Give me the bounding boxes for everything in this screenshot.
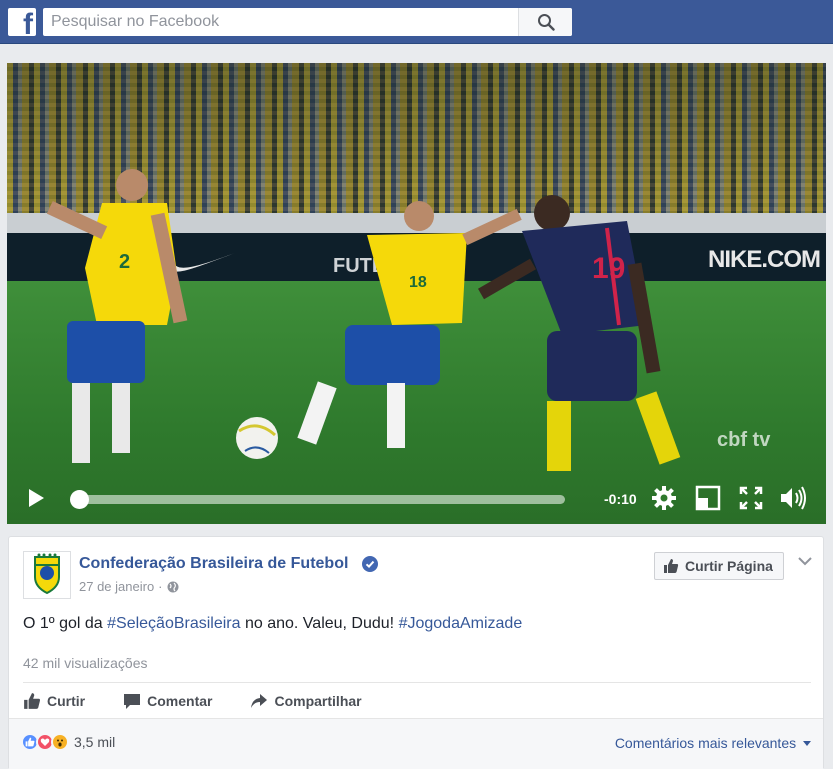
post-text-part-2: no ano. Valeu, Dudu! bbox=[240, 615, 399, 632]
play-icon bbox=[29, 489, 44, 507]
facebook-logo-letter: f bbox=[23, 8, 33, 37]
view-count: 42 mil visualizações bbox=[23, 655, 148, 671]
comment-button[interactable]: Comentar bbox=[123, 692, 212, 710]
chevron-down-icon[interactable] bbox=[798, 556, 812, 566]
thumbs-up-icon bbox=[24, 693, 41, 709]
player-yellow-2 bbox=[46, 169, 188, 463]
cbf-tv-watermark: cbf tv bbox=[717, 429, 771, 451]
fullscreen-icon bbox=[739, 486, 763, 510]
comments-sort-dropdown[interactable]: Comentários mais relevantes bbox=[615, 735, 811, 751]
post-card: Confederação Brasileira de Futebol 27 de… bbox=[8, 536, 824, 769]
share-button[interactable]: Compartilhar bbox=[250, 692, 362, 710]
time-remaining: -0:10 bbox=[604, 491, 637, 507]
gear-icon bbox=[652, 486, 676, 510]
progress-scrubber[interactable] bbox=[70, 490, 89, 509]
fullscreen-button[interactable] bbox=[738, 485, 764, 516]
share-icon bbox=[251, 694, 268, 708]
jersey-number-19: 19 bbox=[592, 252, 625, 285]
like-page-label: Curtir Página bbox=[685, 558, 773, 574]
caret-down-icon bbox=[803, 741, 811, 747]
comment-icon bbox=[124, 694, 141, 709]
play-button[interactable] bbox=[27, 488, 45, 513]
search-box bbox=[43, 8, 572, 36]
hashtag-selecao-brasileira[interactable]: #SeleçãoBrasileira bbox=[107, 615, 240, 632]
player-yellow-18 bbox=[297, 201, 522, 448]
video-controls: -0:10 bbox=[7, 468, 826, 524]
search-input[interactable] bbox=[43, 8, 517, 36]
divider bbox=[23, 682, 811, 683]
post-meta: 27 de janeiro · bbox=[79, 579, 179, 594]
settings-button[interactable] bbox=[651, 485, 677, 516]
pip-icon bbox=[695, 485, 721, 511]
facebook-logo[interactable]: f bbox=[8, 8, 36, 36]
search-icon bbox=[537, 14, 555, 31]
hashtag-jogo-da-amizade[interactable]: #JogodaAmizade bbox=[399, 615, 523, 632]
players-scene: 2 18 19 bbox=[46, 169, 681, 471]
page-name-link[interactable]: Confederação Brasileira de Futebol bbox=[79, 555, 348, 573]
reactions-summary[interactable]: 3,5 mil bbox=[21, 733, 115, 751]
picture-in-picture-button[interactable] bbox=[695, 485, 721, 516]
post-text: O 1º gol da #SeleçãoBrasileira no ano. V… bbox=[23, 615, 522, 633]
like-button[interactable]: Curtir bbox=[23, 692, 85, 710]
like-label: Curtir bbox=[47, 693, 86, 709]
wow-reaction-icon bbox=[51, 733, 69, 751]
page-avatar[interactable] bbox=[23, 551, 71, 599]
jersey-number-2: 2 bbox=[119, 251, 130, 273]
verified-badge-icon bbox=[362, 556, 378, 572]
comments-sort-label: Comentários mais relevantes bbox=[614, 735, 797, 751]
video-player[interactable]: FUTEBOL NIKE.COM bbox=[7, 63, 826, 524]
cbf-crest-icon bbox=[34, 553, 60, 595]
thumbs-up-icon bbox=[664, 559, 679, 573]
search-button[interactable] bbox=[518, 8, 572, 36]
reactions-bar: 3,5 mil Comentários mais relevantes bbox=[9, 718, 823, 769]
top-navigation-bar: f bbox=[0, 0, 833, 44]
post-text-part-1: O 1º gol da bbox=[23, 615, 108, 632]
speaker-icon bbox=[781, 486, 806, 510]
share-label: Compartilhar bbox=[274, 693, 362, 709]
comment-label: Comentar bbox=[147, 693, 213, 709]
post-date[interactable]: 27 de janeiro bbox=[79, 579, 154, 594]
player-navy-19 bbox=[478, 195, 681, 471]
reaction-count[interactable]: 3,5 mil bbox=[74, 734, 115, 750]
jersey-number-18: 18 bbox=[409, 274, 427, 291]
like-page-button[interactable]: Curtir Página bbox=[654, 552, 784, 580]
globe-icon[interactable] bbox=[167, 581, 179, 593]
football bbox=[236, 417, 278, 459]
video-progress-bar[interactable] bbox=[70, 490, 565, 509]
post-actions: Curtir Comentar Compartilhar bbox=[23, 685, 400, 717]
volume-button[interactable] bbox=[779, 485, 807, 516]
